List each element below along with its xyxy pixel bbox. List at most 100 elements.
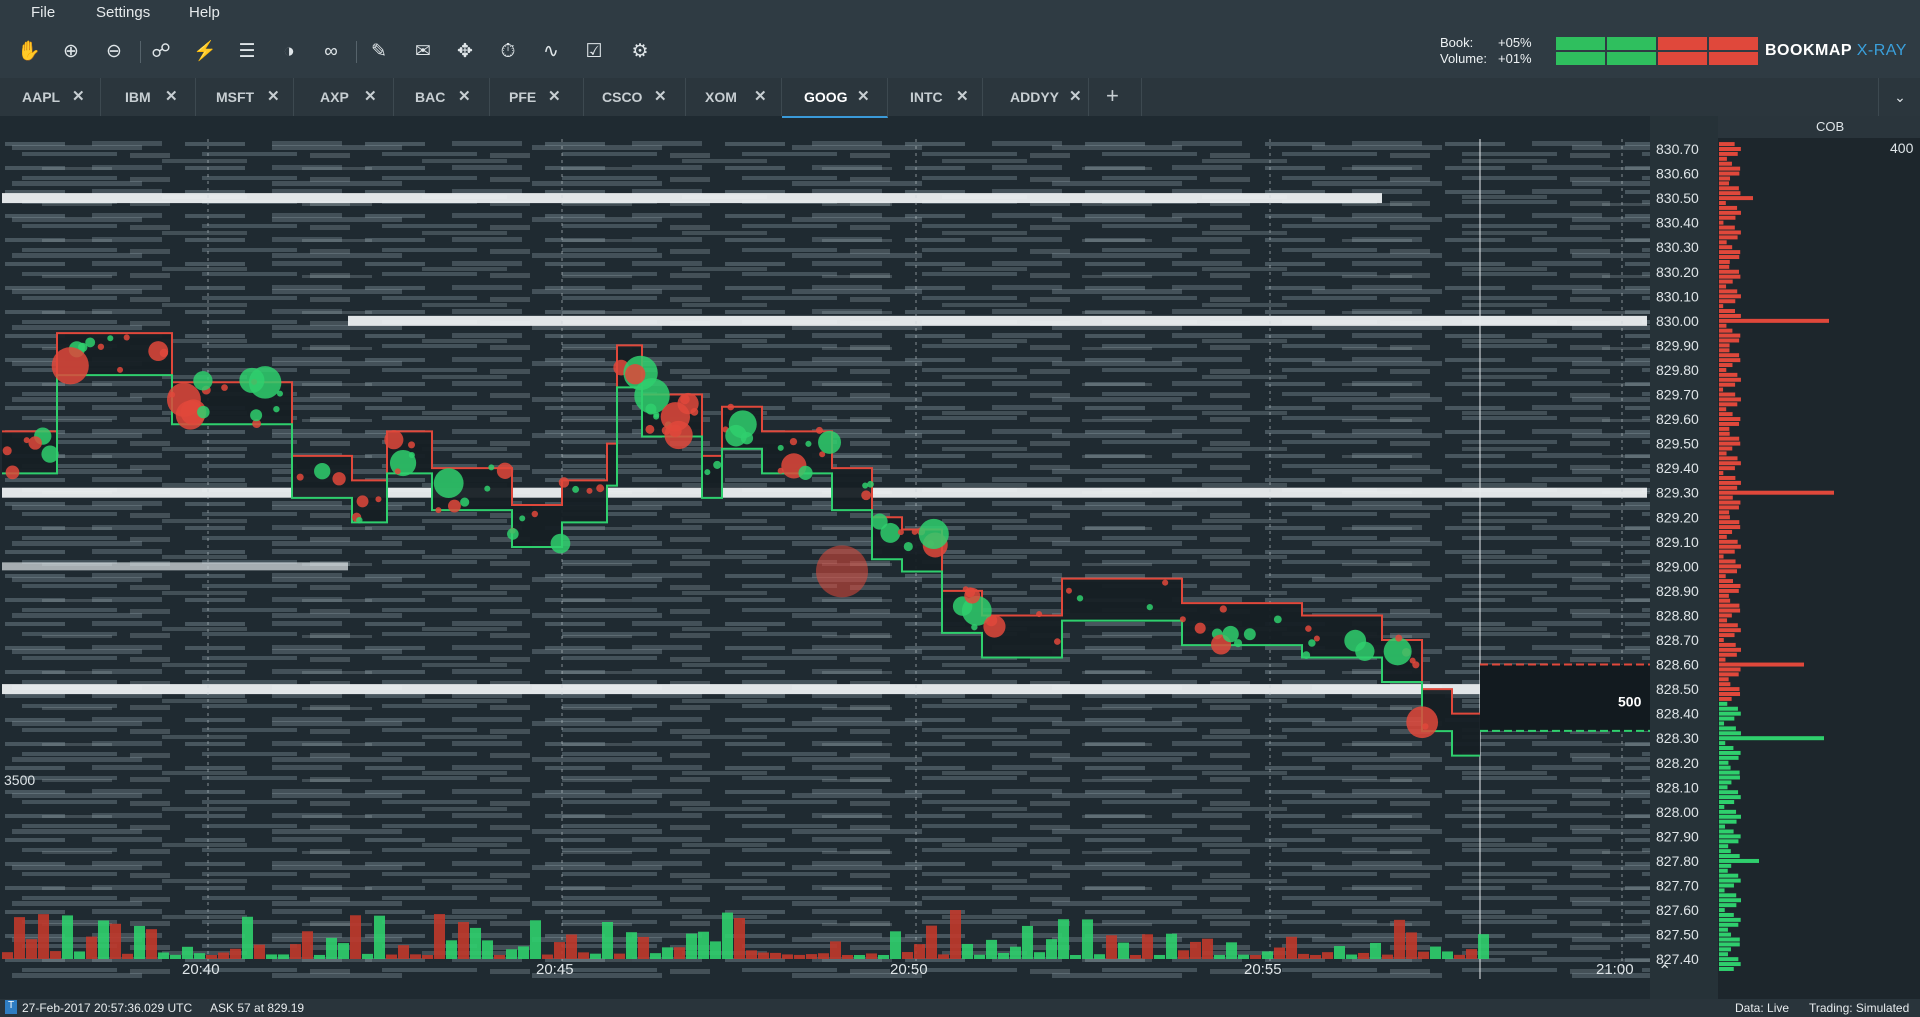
tab-pfe[interactable]: PFE ✕: [490, 78, 584, 116]
price-label: 828.70: [1656, 632, 1699, 648]
tab-goog[interactable]: GOOG ✕: [782, 78, 888, 118]
cob-ask-bar: [1719, 574, 1726, 579]
volume-bar: [410, 954, 421, 959]
trade-dot: [197, 405, 210, 419]
volume-bar: [422, 954, 433, 959]
trade-dot: [169, 391, 176, 398]
tab-xom[interactable]: XOM ✕: [686, 78, 782, 116]
trade-dot: [1395, 634, 1403, 642]
close-icon[interactable]: ✕: [956, 87, 969, 105]
link-icon[interactable]: ∞: [318, 39, 344, 65]
connection-icon[interactable]: T: [5, 1000, 17, 1014]
timer-icon[interactable]: ⏱: [495, 39, 521, 65]
volume-bar: [1274, 947, 1285, 959]
cob-ask-bar: [1719, 593, 1729, 598]
tab-msft[interactable]: MSFT ✕: [196, 78, 294, 116]
tab-label: XOM: [705, 89, 737, 105]
cob-ask-bar: [1719, 613, 1732, 618]
close-icon[interactable]: ✕: [1069, 87, 1082, 105]
cob-bid-bar: [1719, 844, 1729, 849]
volume-bar: [746, 950, 757, 959]
layers-icon[interactable]: ☰: [234, 39, 260, 65]
lock-icon[interactable]: ☑: [581, 39, 607, 65]
add-tab-button[interactable]: +: [1089, 78, 1142, 116]
gear-icon[interactable]: ⚙: [627, 39, 653, 65]
menu-help[interactable]: Help: [189, 4, 220, 21]
close-icon[interactable]: ✕: [654, 87, 667, 105]
close-icon[interactable]: ✕: [548, 87, 561, 105]
brightness-icon[interactable]: ◑: [276, 39, 302, 65]
pencil-icon[interactable]: ✎: [366, 39, 392, 65]
price-label: 827.60: [1656, 902, 1699, 918]
trade-dot: [23, 437, 30, 444]
chevron-down-icon: ⌄: [1894, 89, 1906, 105]
chat-icon[interactable]: ✉: [410, 39, 436, 65]
close-icon[interactable]: ✕: [458, 87, 471, 105]
cob-ask-bar: [1719, 367, 1727, 372]
trade-dot: [5, 465, 20, 480]
heatmap-settings-icon[interactable]: ⚡: [192, 39, 218, 65]
volume-bar: [962, 943, 973, 959]
cob-ask-bar: [1719, 549, 1735, 554]
cob-title: COB: [1816, 119, 1844, 134]
price-label: 828.00: [1656, 804, 1699, 820]
cob-bid-bar: [1719, 814, 1741, 819]
trade-dot: [435, 507, 442, 514]
trade-dot: [897, 529, 904, 536]
volume-bar: [14, 917, 25, 959]
toolbar-divider: [356, 41, 357, 63]
cob-ask-bar: [1719, 220, 1724, 225]
cob-ask-bar: [1719, 559, 1736, 564]
trade-dot: [727, 403, 735, 411]
volume-bar: [614, 953, 625, 959]
hand-icon[interactable]: ✋: [16, 39, 42, 65]
close-icon[interactable]: ✕: [364, 87, 377, 105]
cob-bid-bar: [1719, 746, 1734, 751]
tab-intc[interactable]: INTC ✕: [888, 78, 983, 116]
zoom-in-icon[interactable]: ⊕: [58, 39, 84, 65]
price-label: 828.50: [1656, 681, 1699, 697]
volume-bar: [626, 932, 637, 959]
tab-bac[interactable]: BAC ✕: [394, 78, 490, 116]
trade-dot: [276, 390, 283, 397]
tab-aapl[interactable]: AAPL ✕: [0, 78, 101, 116]
zoom-out-icon[interactable]: ⊖: [101, 39, 127, 65]
tab-csco[interactable]: CSCO ✕: [584, 78, 686, 116]
trade-dot: [1065, 587, 1072, 594]
price-label: 827.70: [1656, 878, 1699, 894]
trade-dot: [1383, 637, 1412, 666]
heatmap-chart[interactable]: 500 20:40 20:45 20:50 20:55 21:00 3500: [2, 139, 1650, 979]
menu-settings[interactable]: Settings: [96, 4, 150, 21]
menu-file[interactable]: File: [31, 4, 55, 21]
share-icon[interactable]: ☍: [148, 39, 174, 65]
cob-bid-bar: [1719, 834, 1741, 839]
cob-ask-bar: [1719, 309, 1736, 314]
close-icon[interactable]: ✕: [754, 87, 767, 105]
cob-bid-bar: [1719, 829, 1734, 834]
volume-bar: [122, 953, 133, 959]
cob-ask-bar: [1719, 677, 1729, 682]
tab-axp[interactable]: AXP ✕: [294, 78, 394, 116]
cob-bid-bar: [1719, 804, 1725, 809]
cob-ask-bar: [1719, 358, 1741, 363]
volume-bar: [1310, 954, 1321, 959]
scroll-up-icon[interactable]: ⌃: [1658, 963, 1671, 980]
tab-addyy[interactable]: ADDYY ✕: [983, 78, 1089, 116]
close-icon[interactable]: ✕: [267, 87, 280, 105]
cob-bid-bar: [1719, 942, 1740, 947]
cob-ask-bar: [1719, 431, 1730, 436]
cob-bid-bar: [1719, 765, 1731, 770]
indicators-icon[interactable]: ∿: [538, 39, 564, 65]
trade-dot: [704, 469, 711, 476]
tab-ibm[interactable]: IBM ✕: [101, 78, 196, 116]
cob-bid-bar: [1719, 824, 1725, 829]
close-icon[interactable]: ✕: [165, 87, 178, 105]
crosshair-icon[interactable]: ✥: [452, 39, 478, 65]
volume-bar: [362, 953, 373, 959]
trade-dot: [273, 405, 280, 413]
volume-scale-label: 3500: [4, 772, 35, 788]
close-icon[interactable]: ✕: [72, 87, 85, 105]
close-icon[interactable]: ✕: [857, 87, 870, 105]
tabs-dropdown-button[interactable]: ⌄: [1878, 78, 1920, 116]
trade-dot: [1234, 639, 1243, 648]
